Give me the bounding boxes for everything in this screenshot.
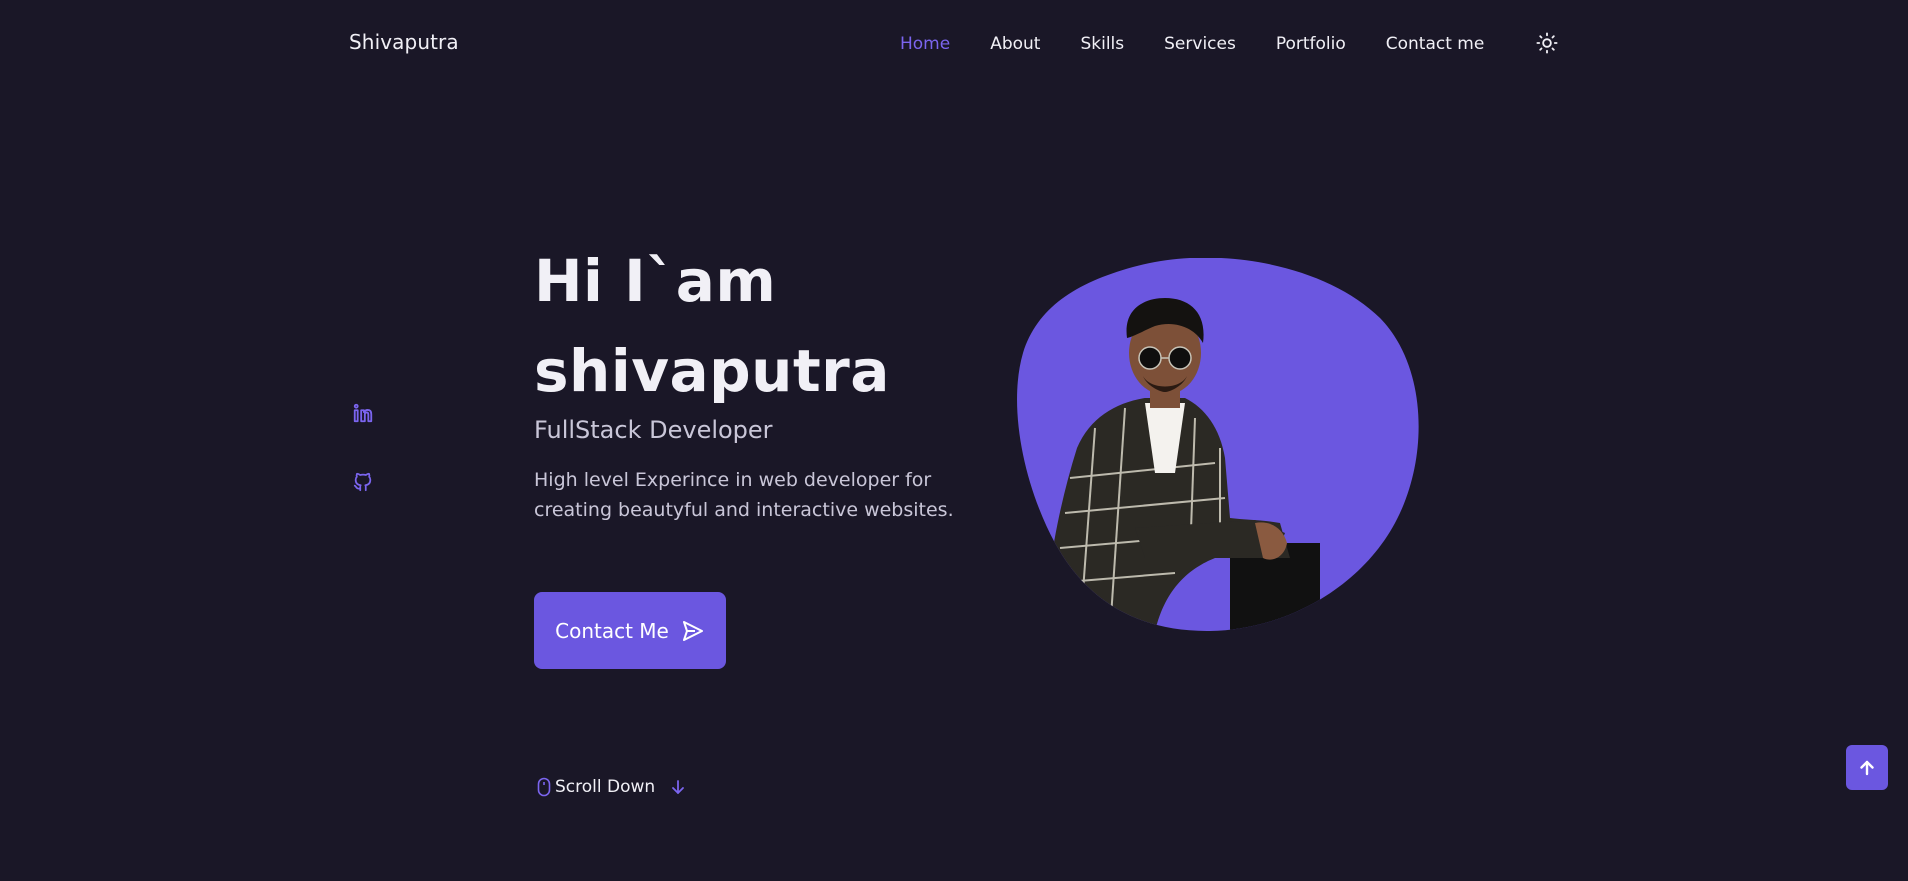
nav-home[interactable]: Home xyxy=(900,34,950,54)
nav-portfolio[interactable]: Portfolio xyxy=(1276,34,1346,54)
nav-contact[interactable]: Contact me xyxy=(1386,34,1485,54)
nav-about[interactable]: About xyxy=(990,34,1040,54)
main-nav: Home About Skills Services Portfolio Con… xyxy=(900,32,1524,56)
header: Shivaputra Home About Skills Services Po… xyxy=(0,0,1908,88)
hero-image-blob xyxy=(1015,258,1422,632)
sun-icon xyxy=(1536,32,1558,54)
contact-me-label: Contact Me xyxy=(555,618,669,643)
hero-description: High level Experince in web developer fo… xyxy=(534,469,954,521)
social-links xyxy=(352,402,376,540)
page: Shivaputra Home About Skills Services Po… xyxy=(0,0,1908,881)
nav-skills[interactable]: Skills xyxy=(1080,34,1124,54)
hero-text: Hi I`am shivaputra FullStack Developer H… xyxy=(534,236,964,525)
hero-title-line2: shivaputra xyxy=(534,337,890,405)
contact-me-button[interactable]: Contact Me xyxy=(534,592,726,669)
hero-title: Hi I`am shivaputra xyxy=(534,236,964,416)
github-icon xyxy=(353,472,372,492)
mouse-icon xyxy=(537,777,551,797)
linkedin-link[interactable] xyxy=(352,402,374,424)
arrow-up-icon xyxy=(1860,760,1874,775)
hero-subtitle: FullStack Developer xyxy=(534,416,773,444)
scroll-down-link[interactable]: Scroll Down xyxy=(537,777,685,797)
github-link[interactable] xyxy=(352,471,374,493)
hero-title-line1: Hi I`am xyxy=(534,247,777,315)
linkedin-icon xyxy=(353,403,373,423)
nav-services[interactable]: Services xyxy=(1164,34,1236,54)
scroll-up-button[interactable] xyxy=(1846,745,1888,790)
send-icon xyxy=(682,620,703,641)
scroll-down-label: Scroll Down xyxy=(555,777,656,797)
hero-blob-svg xyxy=(1017,258,1419,632)
arrow-down-icon xyxy=(672,780,685,794)
brand-logo[interactable]: Shivaputra xyxy=(349,30,459,54)
theme-toggle-button[interactable] xyxy=(1535,31,1559,55)
